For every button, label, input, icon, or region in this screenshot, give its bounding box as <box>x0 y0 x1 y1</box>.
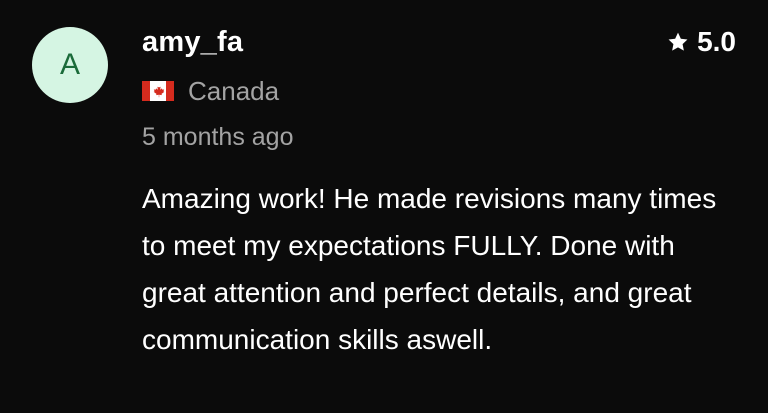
avatar-letter: A <box>59 48 80 81</box>
rating-value: 5.0 <box>697 26 736 57</box>
avatar[interactable]: A <box>32 27 108 103</box>
star-icon <box>668 32 688 51</box>
rating: 5.0 <box>667 24 736 60</box>
reviewer-username[interactable]: amy_fa <box>142 24 243 60</box>
review-card: A amy_fa 5.0 Canada 5 months ago Amazing… <box>0 0 768 413</box>
reviewer-country: Canada <box>142 74 279 108</box>
canada-flag-icon <box>142 81 174 101</box>
review-text: Amazing work! He made revisions many tim… <box>142 183 717 355</box>
country-name: Canada <box>188 76 280 106</box>
review-timestamp: 5 months ago <box>142 123 294 151</box>
